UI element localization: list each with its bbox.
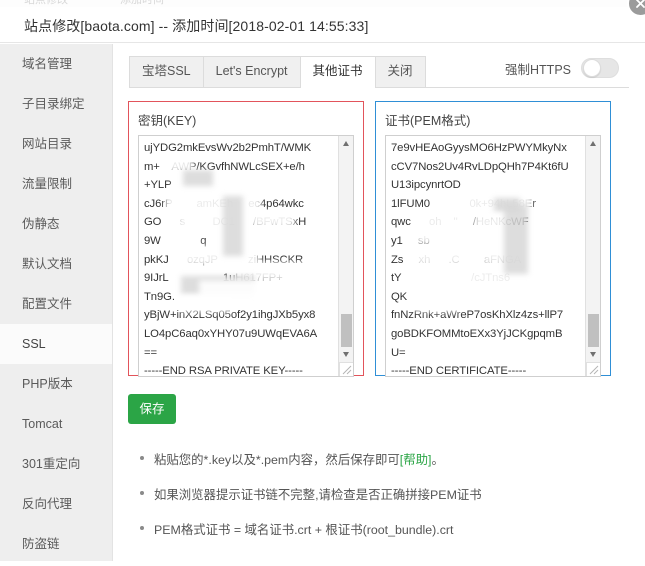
sidebar-item-label: 301重定向 xyxy=(22,457,80,471)
sidebar-item-label: Tomcat xyxy=(22,417,62,431)
ghost-text-left: 站点修改 xyxy=(24,0,68,7)
cert-panel-label: 证书(PEM格式) xyxy=(385,110,601,129)
site-modify-dialog: 站点修改 添加时间 站点修改[baota.com] -- 添加时间[2018-0… xyxy=(0,0,645,566)
help-link[interactable]: [帮助] xyxy=(400,453,432,467)
sidebar-item-7[interactable]: 配置文件 xyxy=(0,284,112,324)
sidebar-item-12[interactable]: 反向代理 xyxy=(0,484,112,524)
scroll-down-icon[interactable] xyxy=(339,347,354,362)
sidebar-item-label: 网站目录 xyxy=(22,137,72,151)
sidebar-item-9[interactable]: PHP版本 xyxy=(0,364,112,404)
sidebar-item-13[interactable]: 防盗链 xyxy=(0,524,112,564)
hint-text: 粘贴您的*.key以及*.pem内容，然后保存即可 xyxy=(154,453,400,467)
force-https-label: 强制HTTPS xyxy=(505,59,571,78)
sidebar-item-label: 防盗链 xyxy=(22,537,60,551)
key-panel: 密钥(KEY) ujYDG2mkEvsWv2b2PmhT/WMK m+ AWP/… xyxy=(128,101,364,376)
tab-2[interactable]: Let's Encrypt xyxy=(203,56,301,87)
sidebar-item-label: 域名管理 xyxy=(22,57,72,71)
sidebar-item-11[interactable]: 301重定向 xyxy=(0,444,112,484)
sidebar-item-label: 子目录绑定 xyxy=(22,97,85,111)
dialog-titlebar: 站点修改[baota.com] -- 添加时间[2018-02-01 14:55… xyxy=(0,7,645,43)
sidebar-item-label: SSL xyxy=(22,337,46,351)
sidebar-item-4[interactable]: 流量限制 xyxy=(0,164,112,204)
sidebar-item-8[interactable]: SSL xyxy=(0,324,112,364)
sidebar-item-label: 默认文档 xyxy=(22,257,72,271)
tab-1[interactable]: 宝塔SSL xyxy=(129,56,204,87)
key-textarea[interactable]: ujYDG2mkEvsWv2b2PmhT/WMK m+ AWP/KGvfhNWL… xyxy=(138,135,354,377)
cert-panel: 证书(PEM格式) 7e9vHEAoGyysMO6HzPWYMkyNx cCV7… xyxy=(375,101,611,376)
sidebar-item-6[interactable]: 默认文档 xyxy=(0,244,112,284)
force-https-control: 强制HTTPS xyxy=(505,58,619,78)
sidebar-item-2[interactable]: 子目录绑定 xyxy=(0,84,112,124)
scroll-up-icon[interactable] xyxy=(339,136,354,151)
save-button[interactable]: 保存 xyxy=(128,394,176,424)
scroll-down-icon[interactable] xyxy=(586,347,601,362)
toggle-knob xyxy=(583,59,601,77)
cert-scrollbar[interactable] xyxy=(585,136,600,376)
sidebar-item-label: 伪静态 xyxy=(22,217,60,231)
hint-item: 如果浏览器提示证书链不完整,请检查是否正确拼接PEM证书 xyxy=(136,485,606,503)
cert-resize-grip[interactable] xyxy=(586,362,600,376)
hint-text-tail: 。 xyxy=(431,453,443,467)
sidebar-item-label: 流量限制 xyxy=(22,177,72,191)
sidebar-item-label: 反向代理 xyxy=(22,497,72,511)
key-panel-label: 密钥(KEY) xyxy=(138,110,354,129)
tab-row: 宝塔SSLLet's Encrypt其他证书关闭 强制HTTPS xyxy=(129,56,629,88)
content-area: 宝塔SSLLet's Encrypt其他证书关闭 强制HTTPS 密钥(KEY)… xyxy=(114,44,645,566)
sidebar-item-label: PHP版本 xyxy=(22,377,73,391)
hints-list: 粘贴您的*.key以及*.pem内容，然后保存即可[帮助]。如果浏览器提示证书链… xyxy=(136,450,606,555)
sidebar-item-5[interactable]: 伪静态 xyxy=(0,204,112,244)
hint-item: 粘贴您的*.key以及*.pem内容，然后保存即可[帮助]。 xyxy=(136,450,606,468)
force-https-toggle[interactable] xyxy=(581,58,619,78)
background-row-sliver: 站点修改 添加时间 xyxy=(0,0,645,7)
hint-text: PEM格式证书 = 域名证书.crt + 根证书(root_bundle).cr… xyxy=(154,523,454,537)
key-scrollbar[interactable] xyxy=(338,136,353,376)
sidebar-item-1[interactable]: 域名管理 xyxy=(0,44,112,84)
hint-item: PEM格式证书 = 域名证书.crt + 根证书(root_bundle).cr… xyxy=(136,520,606,538)
sidebar-item-10[interactable]: Tomcat xyxy=(0,404,112,444)
sidebar: 域名管理子目录绑定网站目录流量限制伪静态默认文档配置文件 SSL PHP版本 Tomc… xyxy=(0,44,113,561)
tab-3[interactable]: 其他证书 xyxy=(300,56,376,88)
page-title: 站点修改[baota.com] -- 添加时间[2018-02-01 14:55… xyxy=(24,16,368,36)
cert-textarea-value: 7e9vHEAoGyysMO6HzPWYMkyNx cCV7Nos2Uv4RvL… xyxy=(391,139,588,377)
hint-text: 如果浏览器提示证书链不完整,请检查是否正确拼接PEM证书 xyxy=(154,488,482,502)
tab-4[interactable]: 关闭 xyxy=(375,56,426,87)
scroll-up-icon[interactable] xyxy=(586,136,601,151)
key-resize-grip[interactable] xyxy=(339,362,353,376)
ghost-text-right: 添加时间 xyxy=(120,0,164,7)
sidebar-item-3[interactable]: 网站目录 xyxy=(0,124,112,164)
sidebar-item-label: 配置文件 xyxy=(22,297,72,311)
cert-textarea[interactable]: 7e9vHEAoGyysMO6HzPWYMkyNx cCV7Nos2Uv4RvL… xyxy=(385,135,601,377)
key-textarea-value: ujYDG2mkEvsWv2b2PmhT/WMK m+ AWP/KGvfhNWL… xyxy=(144,139,341,377)
